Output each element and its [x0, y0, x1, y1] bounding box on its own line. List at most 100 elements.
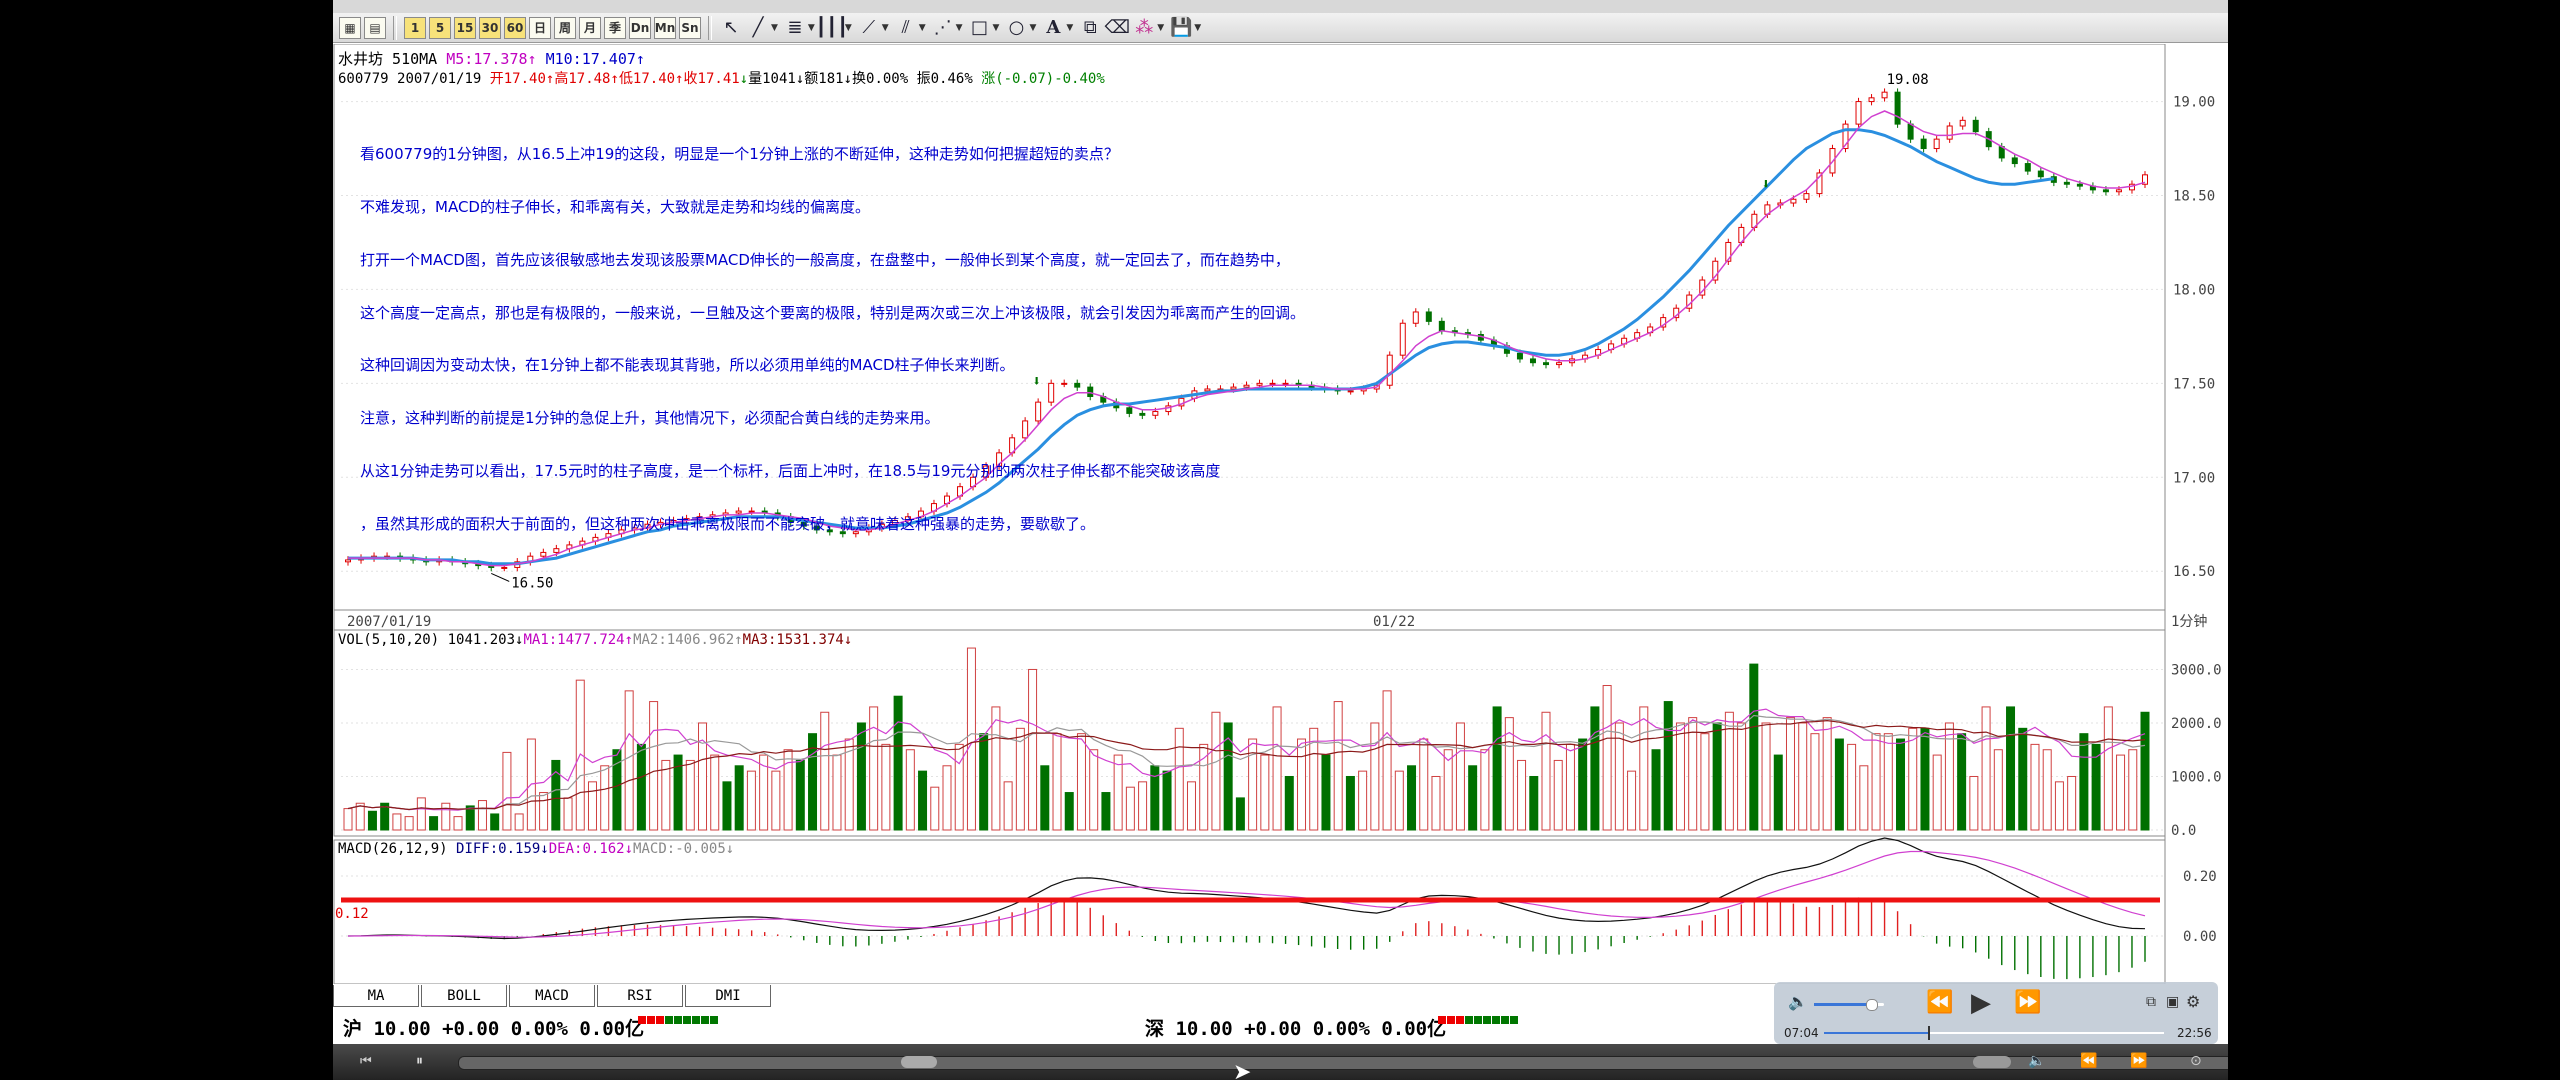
volume-bar: [991, 706, 1001, 831]
down-arrow-icon: ↓: [843, 632, 853, 648]
volume-bar: [1761, 722, 1771, 831]
pause-icon[interactable]: ⏸: [416, 1053, 423, 1069]
line-tool-icon[interactable]: ╱: [746, 16, 770, 40]
volume-bar: [1284, 775, 1294, 831]
rectangle-icon[interactable]: □: [968, 16, 992, 40]
macd-dea: DEA:0.162: [548, 841, 625, 857]
seek-track[interactable]: [1824, 1026, 2164, 1040]
volume-bar: [1957, 733, 1967, 831]
volume-bar: [869, 706, 879, 831]
eraser-icon[interactable]: ⌫: [1105, 16, 1130, 40]
amplitude-value: 振0.46%: [916, 71, 973, 87]
period-5min-button[interactable]: 5: [429, 16, 451, 39]
period-30min-button[interactable]: 30: [479, 16, 501, 39]
palette-icon[interactable]: ⁂: [1132, 16, 1156, 40]
indicator-tabs: MA BOLL MACD RSI DMI: [333, 985, 773, 1009]
period-quarter-button[interactable]: 季: [604, 16, 626, 39]
volume-bar: [355, 802, 365, 831]
candle-body: [2024, 163, 2031, 172]
copy-icon[interactable]: ⧉: [1078, 16, 1102, 40]
down-marker-icon: ⬇: [1761, 175, 1770, 193]
period-dn-button[interactable]: Dn: [629, 16, 651, 39]
parallel-lines-icon[interactable]: ┃┃┃: [816, 16, 849, 40]
shenzhen-index[interactable]: 深 10.00 +0.00 0.00% 0.00亿: [1145, 1014, 1446, 1041]
volume-handle[interactable]: [1973, 1056, 2011, 1068]
volume-bar: [2128, 749, 2138, 831]
volume-bar: [1358, 770, 1368, 831]
period-sn-button[interactable]: Sn: [679, 16, 701, 39]
tab-boll[interactable]: BOLL: [421, 985, 507, 1007]
text-icon[interactable]: A: [1041, 16, 1065, 40]
channel-icon[interactable]: ⫽: [894, 16, 918, 40]
speaker-icon[interactable]: 🔈: [2028, 1053, 2045, 1069]
volume-bar: [1993, 749, 2003, 831]
step-back-icon[interactable]: ⏪: [2080, 1053, 2097, 1069]
fan-icon[interactable]: ⟋: [857, 16, 881, 40]
period-1min-button[interactable]: 1: [404, 16, 426, 39]
candle-body: [1425, 311, 1432, 322]
price-tick-label: 16.50: [2173, 564, 2215, 580]
volume-bar: [404, 816, 414, 831]
volume-bar: [1223, 722, 1233, 831]
chart-view-button[interactable]: ▤: [364, 16, 386, 39]
volume-bar: [1688, 717, 1698, 831]
tab-macd[interactable]: MACD: [509, 985, 595, 1007]
macd-tick-label: 0.20: [2183, 869, 2217, 885]
volume-bar: [1370, 722, 1380, 831]
annotation-line: 这种回调因为变动太快，在1分钟上都不能表现其背驰，所以必须用单纯的MACD柱子伸…: [360, 356, 1015, 375]
volume-current: 1041.203: [447, 632, 516, 648]
fullscreen-icon[interactable]: ▣: [2166, 994, 2179, 1010]
period-15min-button[interactable]: 15: [454, 16, 476, 39]
volume-bar: [1211, 711, 1221, 831]
period-week-button[interactable]: 周: [554, 16, 576, 39]
volume-bar: [1235, 797, 1245, 831]
volume-icon[interactable]: 🔈: [1788, 992, 1808, 1011]
play-icon[interactable]: ▶: [1971, 988, 1991, 1018]
period-60min-button[interactable]: 60: [504, 16, 526, 39]
volume-bar: [1834, 738, 1844, 831]
volume-bar: [1859, 765, 1869, 831]
save-icon[interactable]: 💾: [1169, 16, 1193, 40]
tab-rsi[interactable]: RSI: [597, 985, 683, 1007]
picture-in-picture-icon[interactable]: ⧉: [2146, 994, 2156, 1010]
fib-icon[interactable]: ≣: [783, 16, 807, 40]
volume-bar: [1260, 754, 1270, 831]
ellipse-icon[interactable]: ○: [1004, 16, 1028, 40]
previous-icon[interactable]: ⏮: [360, 1054, 372, 1069]
period-axis-label: 1分钟: [2171, 613, 2207, 630]
tab-dmi[interactable]: DMI: [685, 985, 771, 1007]
period-month-button[interactable]: 月: [579, 16, 601, 39]
shanghai-index[interactable]: 沪 10.00 +0.00 0.00% 0.00亿: [343, 1014, 644, 1041]
sz-breadth-bar: [1438, 1016, 1519, 1038]
candle-body: [2102, 189, 2109, 193]
tab-ma[interactable]: MA: [333, 985, 419, 1007]
period-mn-button[interactable]: Mn: [654, 16, 676, 39]
high-price-label: 19.08: [1887, 72, 1929, 88]
volume-bar: [698, 722, 708, 831]
volume-bar: [1052, 733, 1062, 831]
volume-ma1: MA1:1477.724: [523, 632, 625, 648]
timeline-handle[interactable]: [901, 1056, 937, 1068]
period-day-button[interactable]: 日: [529, 16, 551, 39]
volume-ma2: MA2:1406.962: [633, 632, 735, 648]
rewind-icon[interactable]: ⏪: [1926, 990, 1953, 1015]
volume-bar: [563, 797, 573, 831]
volume-slider[interactable]: [1814, 999, 1884, 1011]
settings-gear-icon[interactable]: ⚙: [2186, 992, 2200, 1011]
fast-forward-icon[interactable]: ⏩: [2014, 990, 2041, 1015]
candle-body: [1347, 390, 1354, 393]
pitchfork-icon[interactable]: ⋰: [931, 16, 955, 40]
volume-bar: [1101, 792, 1111, 831]
volume-bar: [1199, 743, 1209, 831]
stock-name: 水井坊: [338, 50, 384, 68]
cursor-icon[interactable]: ↖: [719, 16, 743, 40]
volume-bar: [1920, 727, 1930, 831]
loop-icon[interactable]: ⊙: [2190, 1053, 2202, 1069]
volume-bar: [2116, 754, 2126, 831]
volume-bar: [820, 711, 830, 831]
volume-bar: [367, 810, 377, 831]
step-forward-icon[interactable]: ⏩: [2130, 1053, 2147, 1069]
volume-bar: [1712, 722, 1722, 831]
change-value: 涨(-0.07)-0.40%: [981, 71, 1105, 87]
list-view-button[interactable]: ▦: [339, 16, 361, 39]
